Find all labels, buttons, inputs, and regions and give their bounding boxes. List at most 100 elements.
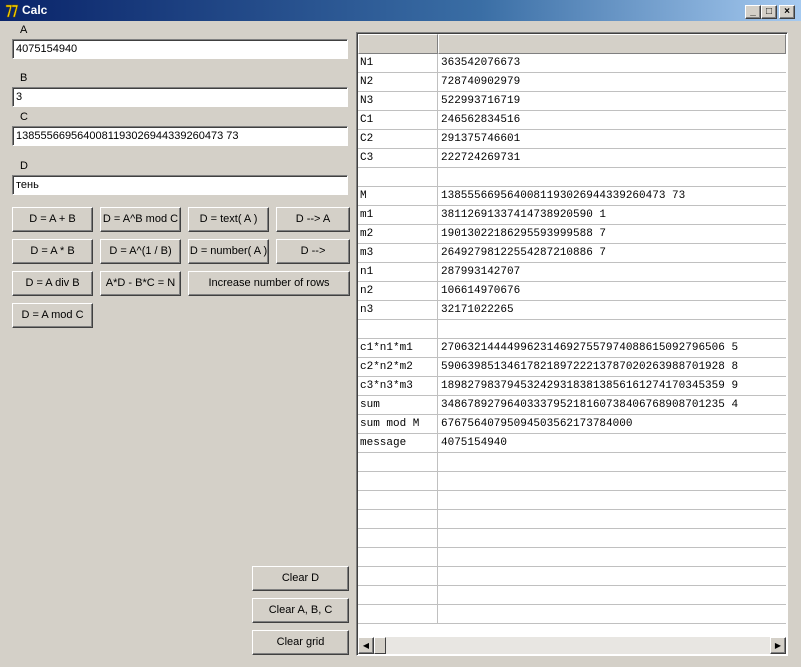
table-row[interactable]	[358, 548, 786, 567]
grid-header-cell-1[interactable]	[438, 34, 786, 54]
row-name-cell[interactable]: m2	[358, 225, 438, 243]
table-row[interactable]: M 1385556695640081193026944339260473 73	[358, 187, 786, 206]
row-name-cell[interactable]	[358, 567, 438, 585]
row-value-cell[interactable]	[439, 605, 786, 623]
row-name-cell[interactable]	[358, 510, 438, 528]
row-name-cell[interactable]	[358, 491, 438, 509]
row-name-cell[interactable]: message	[358, 434, 438, 452]
horizontal-scrollbar[interactable]: ◀ ▶	[358, 637, 786, 654]
div-button[interactable]: D = A div B	[12, 271, 93, 296]
table-row[interactable]: message 4075154940	[358, 434, 786, 453]
row-name-cell[interactable]: c3*n3*m3	[358, 377, 438, 395]
row-value-cell[interactable]	[439, 586, 786, 604]
root-button[interactable]: D = A^(1 / B)	[100, 239, 181, 264]
row-value-cell[interactable]: 522993716719	[439, 92, 786, 110]
copy-d-button[interactable]: D -->	[276, 239, 350, 264]
row-value-cell[interactable]: 1898279837945324293183813856161274170345…	[439, 377, 786, 395]
table-row[interactable]	[358, 510, 786, 529]
row-name-cell[interactable]: C2	[358, 130, 438, 148]
table-row[interactable]	[358, 491, 786, 510]
row-value-cell[interactable]: 363542076673	[439, 54, 786, 72]
clear-abc-button[interactable]: Clear A, B, C	[252, 598, 349, 623]
row-name-cell[interactable]	[358, 529, 438, 547]
field-c[interactable]: 1385556695640081193026944339260473 73	[12, 126, 348, 146]
row-value-cell[interactable]: 222724269731	[439, 149, 786, 167]
row-name-cell[interactable]	[358, 168, 438, 186]
row-name-cell[interactable]	[358, 548, 438, 566]
row-name-cell[interactable]	[358, 453, 438, 471]
row-value-cell[interactable]	[439, 548, 786, 566]
row-name-cell[interactable]: m1	[358, 206, 438, 224]
scroll-right-arrow-icon[interactable]: ▶	[770, 637, 786, 654]
row-name-cell[interactable]: N2	[358, 73, 438, 91]
row-value-cell[interactable]: 3486789279640333795218160738406768908701…	[439, 396, 786, 414]
row-name-cell[interactable]: m3	[358, 244, 438, 262]
equation-button[interactable]: A*D - B*C = N	[100, 271, 181, 296]
table-row[interactable]: n1 287993142707	[358, 263, 786, 282]
table-row[interactable]: N2 728740902979	[358, 73, 786, 92]
row-value-cell[interactable]	[439, 320, 786, 338]
table-row[interactable]: m1 38112691337414738920590 1	[358, 206, 786, 225]
row-name-cell[interactable]: M	[358, 187, 438, 205]
row-value-cell[interactable]	[439, 472, 786, 490]
table-row[interactable]: m2 19013022186295593999588 7	[358, 225, 786, 244]
row-value-cell[interactable]: 1385556695640081193026944339260473 73	[439, 187, 786, 205]
row-name-cell[interactable]: c1*n1*m1	[358, 339, 438, 357]
row-value-cell[interactable]	[439, 529, 786, 547]
row-name-cell[interactable]: n3	[358, 301, 438, 319]
table-row[interactable]	[358, 567, 786, 586]
minimize-button[interactable]: _	[745, 5, 761, 19]
scroll-thumb[interactable]	[374, 637, 386, 654]
row-name-cell[interactable]: N1	[358, 54, 438, 72]
table-row[interactable]	[358, 472, 786, 491]
table-row[interactable]: C3 222724269731	[358, 149, 786, 168]
table-row[interactable]	[358, 320, 786, 339]
table-row[interactable]: n2 106614970676	[358, 282, 786, 301]
row-value-cell[interactable]: 5906398513461782189722213787020263988701…	[439, 358, 786, 376]
table-row[interactable]: m3 26492798122554287210886 7	[358, 244, 786, 263]
number-button[interactable]: D = number( A )	[188, 239, 269, 264]
row-name-cell[interactable]: sum mod M	[358, 415, 438, 433]
table-row[interactable]: n3 32171022265	[358, 301, 786, 320]
row-name-cell[interactable]: C3	[358, 149, 438, 167]
maximize-button[interactable]: □	[761, 5, 777, 19]
row-value-cell[interactable]: 287993142707	[439, 263, 786, 281]
table-row[interactable]	[358, 586, 786, 605]
row-name-cell[interactable]	[358, 605, 438, 623]
mul-button[interactable]: D = A * B	[12, 239, 93, 264]
row-value-cell[interactable]: 26492798122554287210886 7	[439, 244, 786, 262]
field-a[interactable]: 4075154940	[12, 39, 348, 59]
row-value-cell[interactable]	[439, 567, 786, 585]
add-button[interactable]: D = A + B	[12, 207, 93, 232]
table-row[interactable]: C1 246562834516	[358, 111, 786, 130]
row-value-cell[interactable]	[439, 453, 786, 471]
row-value-cell[interactable]: 38112691337414738920590 1	[439, 206, 786, 224]
row-name-cell[interactable]	[358, 320, 438, 338]
row-value-cell[interactable]: 32171022265	[439, 301, 786, 319]
row-value-cell[interactable]	[439, 491, 786, 509]
table-row[interactable]	[358, 605, 786, 624]
table-row[interactable]: c2*n2*m2 59063985134617821897222137870202…	[358, 358, 786, 377]
row-name-cell[interactable]: n2	[358, 282, 438, 300]
row-value-cell[interactable]: 67675640795094503562173784000	[439, 415, 786, 433]
row-value-cell[interactable]: 106614970676	[439, 282, 786, 300]
row-value-cell[interactable]: 728740902979	[439, 73, 786, 91]
row-name-cell[interactable]	[358, 472, 438, 490]
row-value-cell[interactable]: 291375746601	[439, 130, 786, 148]
grid-header-cell-0[interactable]	[358, 34, 438, 54]
increase-rows-button[interactable]: Increase number of rows	[188, 271, 350, 296]
row-name-cell[interactable]	[358, 586, 438, 604]
table-row[interactable]: sum 3486789279640333795218160738406768908…	[358, 396, 786, 415]
table-row[interactable]: c1*n1*m1 27063214444996231469275579740886…	[358, 339, 786, 358]
table-row[interactable]: c3*n3*m3 18982798379453242931838138561612…	[358, 377, 786, 396]
row-name-cell[interactable]: sum	[358, 396, 438, 414]
row-value-cell[interactable]: 246562834516	[439, 111, 786, 129]
table-row[interactable]: N1 363542076673	[358, 54, 786, 73]
mod-button[interactable]: D = A mod C	[12, 303, 93, 328]
row-value-cell[interactable]	[439, 168, 786, 186]
scroll-left-arrow-icon[interactable]: ◀	[358, 637, 374, 654]
field-b[interactable]: 3	[12, 87, 348, 107]
row-value-cell[interactable]: 19013022186295593999588 7	[439, 225, 786, 243]
table-row[interactable]	[358, 168, 786, 187]
table-row[interactable]: C2 291375746601	[358, 130, 786, 149]
